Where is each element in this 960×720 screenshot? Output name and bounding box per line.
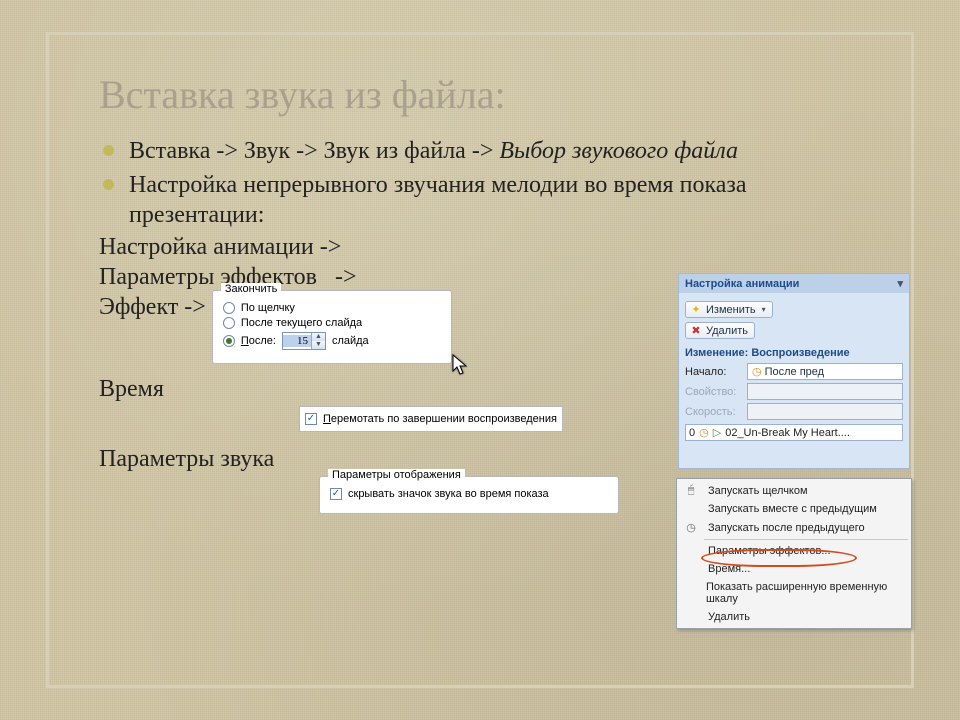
- menu-timing-label: Время...: [708, 563, 750, 575]
- start-label: Начало:: [685, 366, 741, 378]
- bullet-2: Настройка непрерывного звучания мелодии …: [99, 170, 871, 230]
- rewind-box: ✓Перемотать по завершении воспроизведени…: [299, 406, 563, 432]
- menu-start-on-click[interactable]: 🖱 Запускать щелчком: [678, 481, 910, 500]
- clock-icon: ◷: [752, 365, 762, 378]
- effect-index: 0: [689, 427, 695, 439]
- finish-group: Закончить По щелчку После текущего слайд…: [212, 290, 452, 364]
- change-button-label: Изменить: [706, 304, 756, 316]
- clock-icon: ◷: [699, 426, 709, 439]
- menu-start-after-prev-label: Запускать после предыдущего: [708, 522, 865, 534]
- effect-item-label: 02_Un-Break My Heart....: [725, 427, 850, 439]
- menu-start-with-prev[interactable]: Запускать вместе с предыдущим: [678, 500, 910, 518]
- context-menu: 🖱 Запускать щелчком Запускать вместе с пр…: [676, 478, 912, 629]
- radio-after-n[interactable]: После: ▲▼ слайда: [223, 332, 441, 350]
- hide-icon-checkbox[interactable]: ✓скрывать значок звука во время показа: [330, 488, 608, 500]
- step-params-arrow: ->: [335, 264, 357, 290]
- pane-title-dropdown-icon[interactable]: ▾: [897, 277, 903, 290]
- slide-title: Вставка звука из файла:: [99, 71, 871, 118]
- step-effect: Эффект ->: [99, 294, 206, 321]
- bullet-list: Вставка -> Звук -> Звук из файла -> Выбо…: [99, 136, 871, 230]
- start-combo-value: После пред: [765, 366, 825, 378]
- menu-start-with-prev-label: Запускать вместе с предыдущим: [708, 503, 877, 515]
- pane-title-bar: Настройка анимации ▾: [679, 274, 909, 293]
- delete-x-icon: ✖: [690, 324, 702, 337]
- after-value-input[interactable]: [283, 335, 311, 347]
- menu-show-timeline-label: Показать расширенную временную шкалу: [706, 581, 902, 605]
- spinner-up[interactable]: ▲: [311, 333, 325, 341]
- speed-label: Скорость:: [685, 406, 741, 418]
- radio-after-current-label: После текущего слайда: [241, 317, 362, 329]
- play-icon: ▷: [713, 426, 721, 439]
- cursor-icon: [452, 354, 468, 378]
- menu-delete-label: Удалить: [708, 611, 750, 623]
- menu-delete[interactable]: Удалить: [678, 608, 910, 626]
- hide-icon-label: скрывать значок звука во время показа: [348, 488, 549, 500]
- finish-legend: Закончить: [221, 283, 282, 295]
- property-label: Свойство:: [685, 386, 741, 398]
- radio-on-click[interactable]: По щелчку: [223, 302, 441, 314]
- chevron-down-icon: ▾: [762, 305, 766, 314]
- menu-show-timeline[interactable]: Показать расширенную временную шкалу: [678, 578, 910, 608]
- delete-button[interactable]: ✖ Удалить: [685, 322, 755, 339]
- bullet-1-plain: Вставка -> Звук -> Звук из файла ->: [129, 138, 499, 164]
- property-combo: [747, 383, 903, 400]
- animation-settings-pane: Настройка анимации ▾ ✦ Изменить ▾ ✖ Удал…: [678, 273, 910, 469]
- step-params-text: Параметры эффектов: [99, 264, 317, 290]
- radio-after-label-rest: осле:: [249, 335, 276, 347]
- menu-effect-options[interactable]: Параметры эффектов...: [678, 542, 910, 560]
- menu-effect-options-label: Параметры эффектов...: [708, 545, 831, 557]
- radio-on-click-label: По щелчку: [241, 302, 295, 314]
- bullet-1-ital: Выбор звукового файла: [499, 138, 738, 164]
- menu-start-after-prev[interactable]: ◷ Запускать после предыдущего: [678, 518, 910, 537]
- radio-after-current[interactable]: После текущего слайда: [223, 317, 441, 329]
- bullet-1: Вставка -> Звук -> Звук из файла -> Выбо…: [99, 136, 871, 166]
- star-icon: ✦: [690, 303, 702, 316]
- effect-list-item[interactable]: 0 ◷ ▷ 02_Un-Break My Heart....: [685, 424, 903, 441]
- clock-icon: ◷: [680, 521, 702, 534]
- start-combo[interactable]: ◷После пред: [747, 363, 903, 380]
- change-button[interactable]: ✦ Изменить ▾: [685, 301, 773, 318]
- display-legend: Параметры отображения: [328, 469, 465, 481]
- display-group: Параметры отображения ✓скрывать значок з…: [319, 476, 619, 514]
- speed-combo: [747, 403, 903, 420]
- after-unit: слайда: [332, 335, 369, 347]
- mouse-icon: 🖱: [680, 484, 702, 497]
- delete-button-label: Удалить: [706, 325, 748, 337]
- after-spinner[interactable]: ▲▼: [282, 332, 326, 350]
- spinner-down[interactable]: ▼: [311, 341, 325, 349]
- pane-subheader: Изменение: Воспроизведение: [685, 347, 903, 359]
- step-anim: Настройка анимации ->: [99, 234, 871, 261]
- menu-start-on-click-label: Запускать щелчком: [708, 485, 808, 497]
- menu-separator: [704, 539, 908, 540]
- rewind-checkbox[interactable]: ✓Перемотать по завершении воспроизведени…: [305, 413, 557, 425]
- menu-timing[interactable]: Время...: [678, 560, 910, 578]
- pane-title-text: Настройка анимации: [685, 278, 799, 290]
- step-time: Время: [99, 376, 164, 403]
